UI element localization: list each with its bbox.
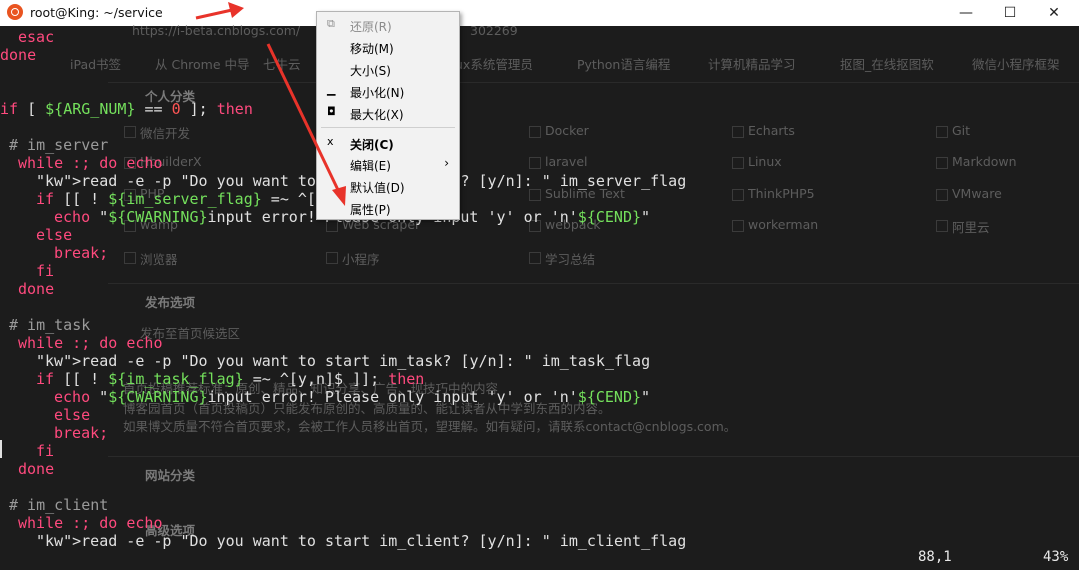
menu-item-label: 关闭(C) <box>350 138 394 152</box>
terminal-line: esac <box>18 28 55 46</box>
ubuntu-app-icon[interactable] <box>7 4 23 20</box>
menu-item-label: 默认值(D) <box>350 181 405 195</box>
menu-item-label: 大小(S) <box>350 64 391 78</box>
menu-separator <box>321 127 455 128</box>
vim-cursor-position: 88,1 <box>918 549 952 565</box>
menu-item-9[interactable]: 属性(P) <box>317 197 459 219</box>
terminal-content[interactable]: esac done if [ ${ARG_NUM} == 0 ]; then # im… <box>0 26 1079 550</box>
terminal-line: # im_client <box>9 496 109 514</box>
terminal-line: # im_task <box>9 316 91 334</box>
menu-item-label: 移动(M) <box>350 42 394 56</box>
terminal-line: break; <box>54 424 109 442</box>
terminal-line: fi <box>36 442 55 460</box>
menu-item-8[interactable]: 默认值(D) <box>317 175 459 197</box>
menu-item-5[interactable]: ◘ 最大化(X) <box>317 102 459 124</box>
menu-item-label: 最小化(N) <box>350 86 405 100</box>
terminal-line: echo "${CWARNING}input error! Please onl… <box>54 388 651 406</box>
window-title: root@King: ~/service <box>30 5 163 20</box>
terminal-line: "kw">read -e -p "Do you want to start im… <box>36 352 651 370</box>
terminal-cursor <box>0 440 2 458</box>
restore-icon: ⧉ <box>327 17 335 30</box>
menu-item-label: 属性(P) <box>350 203 391 217</box>
menu-item-label: 还原(R) <box>350 20 392 34</box>
close-button[interactable]: ✕ <box>1040 2 1068 24</box>
terminal-line: if [[ ! ${im_task_flag} =~ ^[y,n]$ ]]; t… <box>36 370 425 388</box>
menu-item-2[interactable]: 移动(M) <box>317 36 459 58</box>
terminal-line: fi <box>36 262 55 280</box>
menu-item-3[interactable]: 大小(S) <box>317 58 459 80</box>
terminal-line: else <box>36 226 73 244</box>
terminal-line: while :; do echo <box>18 154 163 172</box>
terminal-line: while :; do echo <box>18 514 163 532</box>
menu-item-1[interactable]: ⧉ 还原(R) <box>317 14 459 36</box>
terminal-line: # im_server <box>9 136 109 154</box>
terminal-line: if [ ${ARG_NUM} == 0 ]; then <box>0 100 253 118</box>
terminal-line: "kw">read -e -p "Do you want to start im… <box>36 532 687 550</box>
terminal-line: done <box>18 460 55 478</box>
menu-item-label: 最大化(X) <box>350 108 404 122</box>
menu-item-4[interactable]: ▁ 最小化(N) <box>317 80 459 102</box>
terminal-line: while :; do echo <box>18 334 163 352</box>
menu-item-7[interactable]: 编辑(E) › <box>317 153 459 175</box>
vim-scroll-percent: 43% <box>1043 549 1069 565</box>
terminal-line: else <box>54 406 91 424</box>
system-context-menu[interactable]: ⧉ 还原(R) 移动(M) 大小(S) ▁ 最小化(N) ◘ 最大化(X) x 关闭(C) 编辑(E… <box>316 11 460 220</box>
maximize-icon: ◘ <box>327 105 336 118</box>
terminal-line: done <box>0 46 37 64</box>
close-icon: x <box>327 135 334 148</box>
minimize-button[interactable]: — <box>952 2 980 24</box>
terminal-line: break; <box>54 244 109 262</box>
chevron-right-icon: › <box>444 156 449 170</box>
menu-item-6[interactable]: x 关闭(C) <box>317 132 459 154</box>
menu-item-label: 编辑(E) <box>350 159 391 173</box>
terminal-line: done <box>18 280 55 298</box>
minimize-icon: ▁ <box>327 83 336 96</box>
maximize-button[interactable]: ☐ <box>996 2 1024 24</box>
